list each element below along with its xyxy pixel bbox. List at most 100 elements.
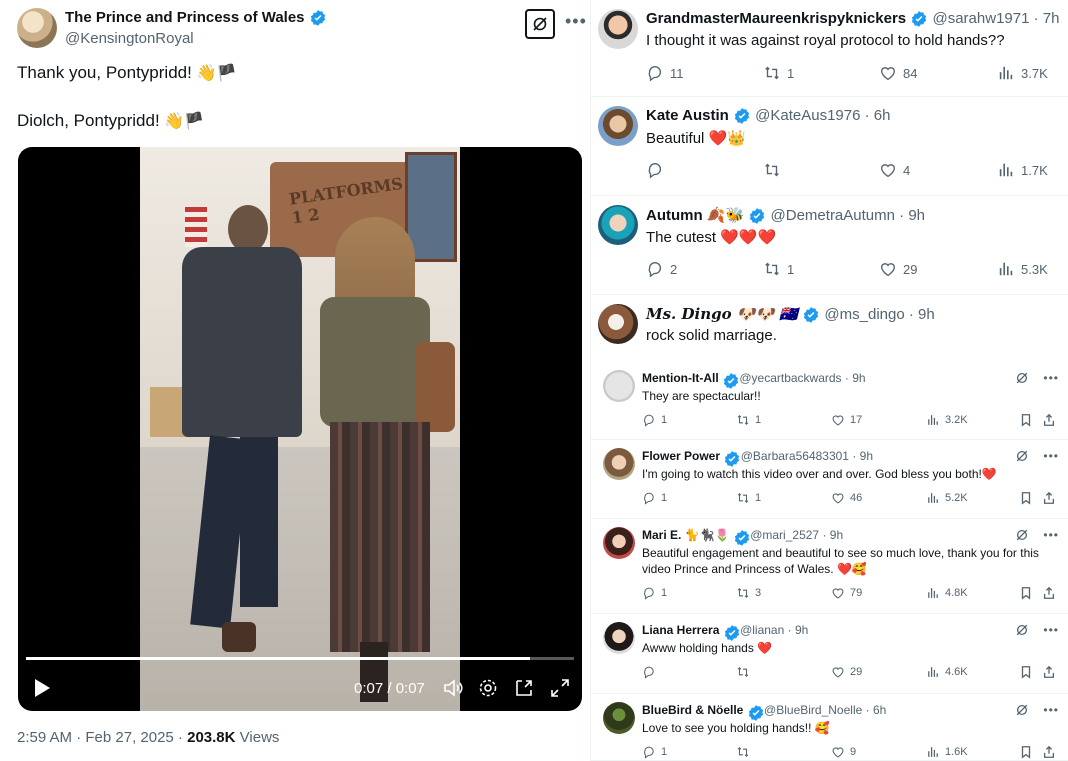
views-button[interactable]: 4.6K — [926, 665, 968, 679]
reply-author-name[interactable]: Flower Power — [642, 449, 720, 463]
repost-button[interactable]: 1 — [763, 260, 794, 278]
avatar[interactable] — [598, 205, 638, 245]
reply-item[interactable]: Kate Austin @KateAus1976 · 6h Beautiful ❤… — [591, 97, 1068, 196]
reply-author-name[interactable]: Liana Herrera — [642, 623, 719, 637]
avatar[interactable] — [603, 702, 635, 734]
nested-reply-item[interactable]: Mari E. 🐈🐈‍⬛🌷 @mari_2527 · 9h ••• Beautifu… — [591, 519, 1068, 614]
settings-button[interactable] — [477, 677, 499, 699]
avatar[interactable] — [603, 448, 635, 480]
bookmark-button[interactable] — [1019, 586, 1033, 600]
like-button[interactable]: 17 — [831, 413, 862, 427]
like-button[interactable]: 29 — [831, 665, 862, 679]
video-player[interactable]: PLATFORMS 1 2 0:07 / 0:07 — [18, 147, 582, 711]
fullscreen-button[interactable] — [549, 677, 571, 699]
reply-time[interactable]: · 9h — [909, 306, 935, 323]
reply-button[interactable]: 1 — [642, 413, 667, 427]
reply-button[interactable]: 1 — [642, 745, 667, 759]
pip-button[interactable] — [513, 677, 535, 699]
views-button[interactable]: 5.2K — [926, 491, 968, 505]
reply-author-handle[interactable]: @yecartbackwards — [739, 371, 841, 385]
views-button[interactable]: 1.7K — [997, 161, 1048, 179]
avatar[interactable] — [598, 106, 638, 146]
reply-author-name[interactable]: GrandmasterMaureenkrispyknickers — [646, 10, 906, 27]
reply-button[interactable]: 2 — [646, 260, 677, 278]
more-icon[interactable]: ••• — [1043, 449, 1059, 463]
reply-author-handle[interactable]: @lianan — [740, 623, 784, 637]
views-button[interactable]: 5.3K — [997, 260, 1048, 278]
grok-icon[interactable] — [1015, 623, 1029, 637]
more-icon[interactable]: ••• — [565, 11, 587, 32]
nested-reply-item[interactable]: Liana Herrera @lianan · 9h ••• Awww holdin… — [591, 614, 1068, 694]
like-button[interactable]: 46 — [831, 491, 862, 505]
repost-button[interactable]: 1 — [763, 64, 794, 82]
reply-button[interactable]: 11 — [646, 64, 684, 82]
reply-author-handle[interactable]: @ms_dingo — [824, 306, 904, 323]
reply-item[interactable]: GrandmasterMaureenkrispyknickers @sarahw… — [591, 0, 1068, 97]
more-icon[interactable]: ••• — [1043, 371, 1059, 385]
more-icon[interactable]: ••• — [1043, 623, 1059, 637]
author-name[interactable]: The Prince and Princess of Wales — [65, 9, 327, 27]
reply-author-handle[interactable]: @Barbara56483301 — [741, 449, 849, 463]
avatar[interactable] — [603, 622, 635, 654]
author-handle[interactable]: @KensingtonRoyal — [65, 30, 194, 47]
reply-author-handle[interactable]: @sarahw1971 — [932, 10, 1029, 27]
reply-item[interactable]: Autumn 🍂🐝 @DemetraAutumn · 9h The cutest … — [591, 196, 1068, 295]
bookmark-button[interactable] — [1019, 665, 1033, 679]
grok-icon[interactable] — [1015, 703, 1029, 717]
reply-time[interactable]: · 9h — [822, 528, 843, 542]
like-button[interactable]: 79 — [831, 586, 862, 600]
views-button[interactable]: 3.2K — [926, 413, 968, 427]
reply-time[interactable]: · 9h — [845, 371, 866, 385]
reply-button[interactable] — [646, 161, 670, 179]
bookmark-button[interactable] — [1019, 745, 1033, 759]
avatar[interactable] — [598, 9, 638, 49]
reply-button[interactable]: 1 — [642, 586, 667, 600]
like-button[interactable]: 29 — [879, 260, 917, 278]
reply-author-name[interactable]: Ms. Dingo 🐶🐶 🇦🇺 — [646, 305, 798, 323]
views-button[interactable]: 4.8K — [926, 586, 968, 600]
reply-author-handle[interactable]: @DemetraAutumn — [771, 207, 895, 224]
nested-reply-item[interactable]: Flower Power @Barbara56483301 · 9h ••• I'm… — [591, 440, 1068, 519]
reply-item[interactable]: Ms. Dingo 🐶🐶 🇦🇺 @ms_dingo · 9h rock solid… — [591, 295, 1068, 365]
video-scrubber[interactable] — [26, 657, 574, 660]
avatar[interactable] — [603, 527, 635, 559]
reply-time[interactable]: · 6h — [866, 703, 887, 717]
views-button[interactable]: 3.7K — [997, 64, 1048, 82]
more-icon[interactable]: ••• — [1043, 703, 1059, 717]
nested-reply-item[interactable]: BlueBird & Nöelle @BlueBird_Noelle · 6h •… — [591, 694, 1068, 761]
repost-button[interactable]: 3 — [736, 586, 761, 600]
views-button[interactable]: 1.6K — [926, 745, 968, 759]
grok-icon[interactable] — [1015, 371, 1029, 385]
bookmark-button[interactable] — [1019, 413, 1033, 427]
reply-author-name[interactable]: Mention-It-All — [642, 371, 719, 385]
like-button[interactable]: 84 — [879, 64, 917, 82]
share-button[interactable] — [1042, 586, 1056, 600]
bookmark-button[interactable] — [1019, 491, 1033, 505]
reply-author-name[interactable]: BlueBird & Nöelle — [642, 703, 743, 717]
reply-time[interactable]: · 9h — [788, 623, 809, 637]
reply-button[interactable]: 1 — [642, 491, 667, 505]
repost-button[interactable]: 1 — [736, 413, 761, 427]
volume-button[interactable] — [442, 677, 464, 699]
play-button[interactable] — [32, 677, 52, 699]
reply-time[interactable]: · 9h — [852, 449, 873, 463]
avatar[interactable] — [598, 304, 638, 344]
reply-time[interactable]: · 9h — [899, 207, 925, 224]
reply-button[interactable] — [642, 665, 661, 679]
reply-author-handle[interactable]: @mari_2527 — [750, 528, 819, 542]
more-icon[interactable]: ••• — [1043, 528, 1059, 542]
repost-button[interactable] — [763, 161, 787, 179]
reply-author-name[interactable]: Autumn 🍂🐝 — [646, 207, 744, 224]
repost-button[interactable] — [736, 745, 755, 759]
reply-author-name[interactable]: Kate Austin — [646, 107, 729, 124]
grok-icon[interactable] — [1015, 528, 1029, 542]
nested-reply-item[interactable]: Mention-It-All @yecartbackwards · 9h ••• T… — [591, 362, 1068, 440]
like-button[interactable]: 9 — [831, 745, 856, 759]
avatar[interactable] — [17, 8, 57, 48]
tweet-timestamp[interactable]: 2:59 AM · Feb 27, 2025 · — [17, 729, 187, 746]
share-button[interactable] — [1042, 665, 1056, 679]
reply-time[interactable]: · 7h — [1034, 10, 1060, 27]
share-button[interactable] — [1042, 745, 1056, 759]
grok-icon[interactable] — [1015, 449, 1029, 463]
share-button[interactable] — [1042, 491, 1056, 505]
